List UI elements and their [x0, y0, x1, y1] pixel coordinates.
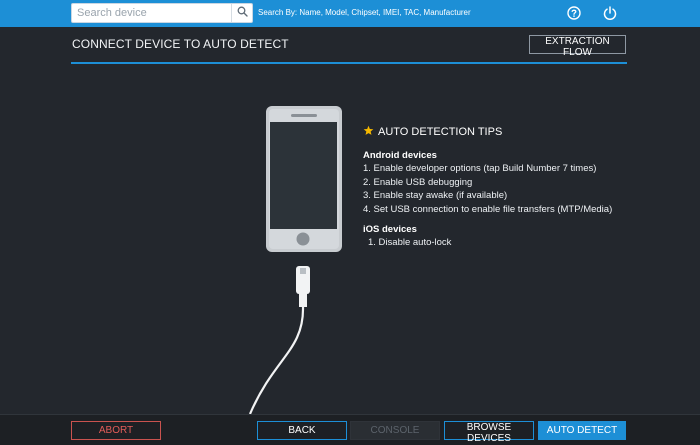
- android-tip: 4. Set USB connection to enable file tra…: [363, 203, 613, 215]
- android-tip: 1. Enable developer options (tap Build N…: [363, 163, 597, 174]
- tips-heading-label: AUTO DETECTION TIPS: [378, 126, 503, 138]
- search-input[interactable]: [72, 4, 232, 22]
- abort-button[interactable]: ABORT: [71, 421, 161, 440]
- search-icon: [237, 4, 248, 22]
- android-tip: 3. Enable stay awake (if available): [363, 190, 508, 201]
- auto-detect-button[interactable]: AUTO DETECT: [538, 421, 626, 440]
- tips-heading: AUTO DETECTION TIPS: [363, 125, 663, 139]
- extraction-flow-button[interactable]: EXTRACTION FLOW: [529, 35, 626, 58]
- back-button[interactable]: BACK: [257, 421, 347, 440]
- android-tip: 2. Enable USB debugging: [363, 176, 473, 188]
- ios-tips-list: 1. Disable auto-lock: [363, 236, 663, 250]
- browse-devices-button[interactable]: BROWSE DEVICES: [444, 421, 534, 444]
- power-icon[interactable]: [602, 5, 618, 21]
- android-tips-list: 1. Enable developer options (tap Build N…: [363, 162, 663, 216]
- search-button[interactable]: [231, 4, 252, 22]
- ios-section-title: iOS devices: [363, 224, 417, 235]
- star-icon: [363, 125, 374, 139]
- title-divider: [71, 62, 627, 64]
- page-title: CONNECT DEVICE TO AUTO DETECT: [72, 37, 289, 51]
- android-section-title: Android devices: [363, 150, 437, 161]
- search-box: [71, 3, 253, 23]
- phone-illustration: [240, 100, 360, 419]
- auto-detection-tips: AUTO DETECTION TIPS Android devices 1. E…: [363, 125, 663, 250]
- ios-tip: 1. Disable auto-lock: [368, 237, 452, 248]
- help-icon[interactable]: [566, 5, 582, 21]
- console-button[interactable]: CONSOLE: [350, 421, 440, 440]
- search-hint: Search By: Name, Model, Chipset, IMEI, T…: [258, 8, 471, 17]
